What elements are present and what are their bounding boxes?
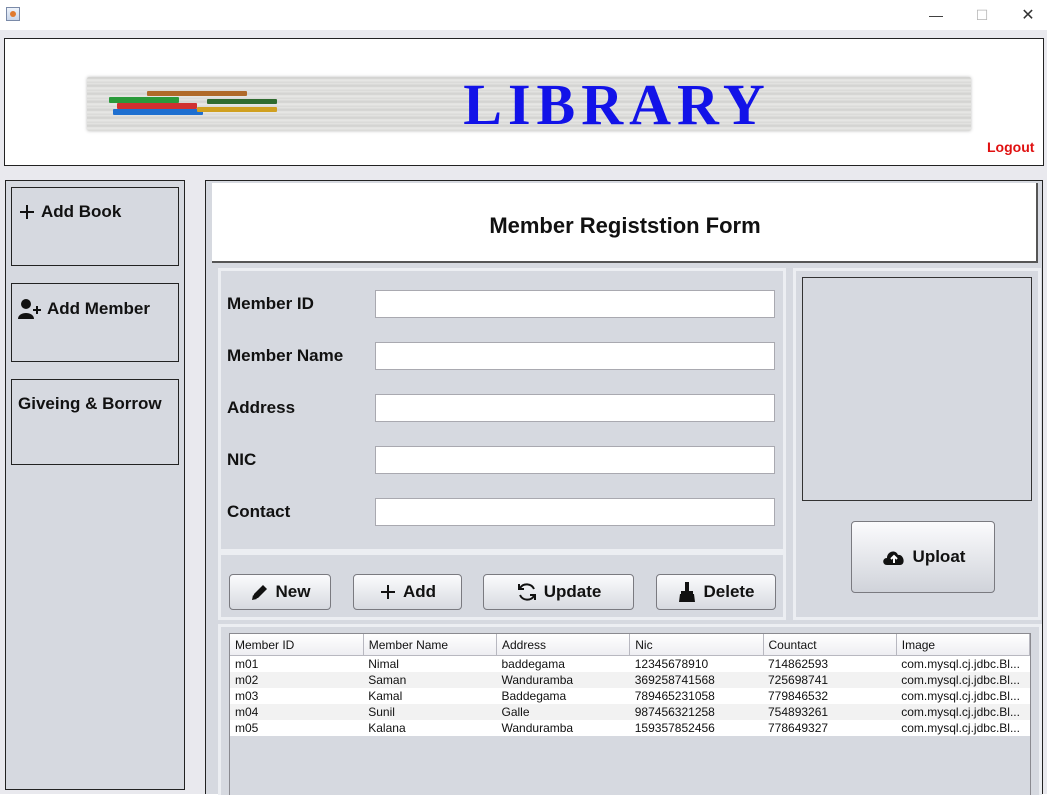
plus-icon — [18, 203, 36, 221]
table-row[interactable]: m02 Saman Wanduramba 369258741568 725698… — [230, 672, 1030, 688]
table-cell: 159357852456 — [629, 720, 763, 736]
table-cell: com.mysql.cj.jdbc.Bl... — [896, 704, 1030, 720]
table-cell: Wanduramba — [496, 720, 630, 736]
column-header[interactable]: Countact — [763, 634, 897, 656]
logout-link[interactable]: Logout — [987, 139, 1034, 155]
upload-button[interactable]: Uploat — [851, 521, 995, 593]
column-header[interactable]: Member Name — [363, 634, 498, 656]
update-button-label: Update — [543, 582, 602, 601]
member-id-label: Member ID — [227, 294, 314, 313]
table-cell: Wanduramba — [496, 672, 630, 688]
form-title: Member Registstion Form — [489, 213, 761, 238]
delete-button[interactable]: Delete — [656, 574, 776, 610]
member-fields-panel: Member ID Member Name Address NIC Contac… — [221, 271, 783, 549]
table-cell: baddegama — [496, 655, 630, 672]
table-cell: m05 — [230, 720, 364, 736]
table-cell: m01 — [230, 655, 364, 672]
maximize-button[interactable]: ☐ — [959, 0, 1005, 30]
pencil-icon — [250, 582, 270, 602]
nic-input[interactable] — [375, 446, 775, 474]
new-button-label: New — [275, 582, 311, 601]
close-button[interactable]: ✕ — [1005, 0, 1047, 30]
column-header[interactable]: Address — [496, 634, 631, 656]
table-cell: com.mysql.cj.jdbc.Bl... — [896, 672, 1030, 688]
main-panel: Member Registstion Form Member ID Member… — [205, 180, 1043, 795]
table-cell: 754893261 — [763, 704, 897, 720]
delete-button-label: Delete — [703, 582, 755, 601]
table-cell: 369258741568 — [629, 672, 763, 688]
member-id-input[interactable] — [375, 290, 775, 318]
book-graphic — [113, 109, 203, 115]
sidebar-item-label: Add Member — [47, 299, 150, 318]
column-header[interactable]: Image — [896, 634, 1030, 656]
sidebar: Add Book Add Member Giveing & Borrow — [5, 180, 185, 790]
table-cell: com.mysql.cj.jdbc.Bl... — [896, 688, 1030, 704]
refresh-icon — [516, 581, 538, 603]
image-panel: Uploat — [796, 271, 1038, 617]
table-cell: Galle — [496, 704, 630, 720]
add-button[interactable]: Add — [353, 574, 462, 610]
nic-label: NIC — [227, 450, 257, 469]
table-row[interactable]: m05 Kalana Wanduramba 159357852456 77864… — [230, 720, 1030, 736]
sidebar-item-add-member[interactable]: Add Member — [11, 283, 179, 362]
book-graphic — [197, 107, 277, 112]
column-header[interactable]: Nic — [629, 634, 764, 656]
cloud-upload-icon — [881, 547, 907, 567]
table-cell: 12345678910 — [629, 655, 763, 672]
sidebar-item-giving-borrow[interactable]: Giveing & Borrow — [11, 379, 179, 465]
member-name-input[interactable] — [375, 342, 775, 370]
member-photo-preview — [802, 277, 1032, 501]
address-input[interactable] — [375, 394, 775, 422]
sidebar-item-label: Add Book — [41, 202, 122, 221]
table-cell: 779846532 — [763, 688, 897, 704]
table-cell: Saman — [363, 672, 497, 688]
window-titlebar: — ☐ ✕ — [0, 0, 1047, 31]
members-table-scrollpane[interactable]: Member ID Member Name Address Nic Counta… — [229, 633, 1031, 795]
header-panel: LIBRARY Logout — [4, 38, 1044, 166]
members-table-panel: Member ID Member Name Address Nic Counta… — [221, 627, 1039, 795]
book-graphic — [147, 91, 247, 96]
table-cell: 778649327 — [763, 720, 897, 736]
table-cell: m02 — [230, 672, 364, 688]
table-cell: m03 — [230, 688, 364, 704]
address-label: Address — [227, 398, 296, 417]
upload-button-label: Uploat — [912, 547, 966, 566]
sidebar-item-add-book[interactable]: Add Book — [11, 187, 179, 266]
table-cell: 987456321258 — [629, 704, 763, 720]
banner-title: LIBRARY — [463, 72, 771, 137]
table-cell: m04 — [230, 704, 364, 720]
contact-input[interactable] — [375, 498, 775, 526]
table-cell: Sunil — [363, 704, 497, 720]
minimize-button[interactable]: — — [913, 0, 959, 30]
table-cell: Kalana — [363, 720, 497, 736]
table-cell: 725698741 — [763, 672, 897, 688]
table-cell: com.mysql.cj.jdbc.Bl... — [896, 720, 1030, 736]
table-cell: Baddegama — [496, 688, 630, 704]
column-header[interactable]: Member ID — [230, 634, 364, 656]
library-banner: LIBRARY — [87, 72, 971, 137]
plus-icon — [379, 583, 397, 601]
table-cell: 789465231058 — [629, 688, 763, 704]
new-button[interactable]: New — [229, 574, 331, 610]
action-buttons-panel: New Add Update Delete — [221, 555, 783, 617]
table-header-row: Member ID Member Name Address Nic Counta… — [230, 634, 1030, 656]
update-button[interactable]: Update — [483, 574, 634, 610]
table-cell: 714862593 — [763, 655, 897, 672]
user-plus-icon — [18, 298, 42, 320]
contact-label: Contact — [227, 502, 291, 521]
table-cell: Kamal — [363, 688, 497, 704]
add-button-label: Add — [402, 582, 437, 601]
book-graphic — [207, 99, 277, 104]
sidebar-item-label: Giveing & Borrow — [18, 394, 162, 413]
table-cell: com.mysql.cj.jdbc.Bl... — [896, 655, 1030, 672]
table-row[interactable]: m03 Kamal Baddegama 789465231058 7798465… — [230, 688, 1030, 704]
form-title-panel: Member Registstion Form — [212, 183, 1038, 263]
table-row[interactable]: m01 Nimal baddegama 12345678910 71486259… — [230, 655, 1030, 672]
member-name-label: Member Name — [227, 346, 344, 365]
members-table[interactable]: Member ID Member Name Address Nic Counta… — [230, 634, 1030, 736]
broom-icon — [677, 581, 697, 603]
java-app-icon — [6, 7, 20, 21]
table-row[interactable]: m04 Sunil Galle 987456321258 754893261 c… — [230, 704, 1030, 720]
table-cell: Nimal — [363, 655, 497, 672]
